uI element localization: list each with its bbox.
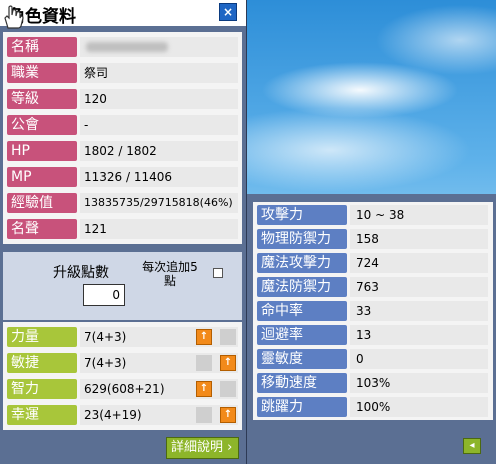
title-bar[interactable]: 角色資料 × xyxy=(0,0,246,27)
profile-value: 121 xyxy=(80,219,238,239)
profile-row-name: 名稱 xyxy=(7,36,239,58)
profile-row-fame: 名聲 121 xyxy=(7,218,239,240)
combat-row: 移動速度 103% xyxy=(257,372,489,394)
stat-value: 7(4+3) xyxy=(80,353,238,373)
combat-row: 靈敏度 0 xyxy=(257,348,489,370)
profile-label: 職業 xyxy=(7,63,77,83)
auto-add-label: 每次追加5點 xyxy=(142,260,198,288)
combat-value: 33 xyxy=(350,301,488,321)
combat-row: 迴避率 13 xyxy=(257,324,489,346)
character-info-window: 角色資料 × 名稱 職業 祭司 等級 120 公會 - HP 1802 / 18… xyxy=(0,0,247,464)
stat-row-luk: 幸運 23(4+19) ↑ xyxy=(7,404,239,426)
combat-label: 跳躍力 xyxy=(257,397,347,417)
stat-row-str: 力量 7(4+3) ↑ xyxy=(7,326,239,348)
profile-label: 等級 xyxy=(7,89,77,109)
stat-row-int: 智力 629(608+21) ↑ xyxy=(7,378,239,400)
blurred-name xyxy=(86,42,168,52)
combat-label: 迴避率 xyxy=(257,325,347,345)
stat-value: 7(4+3) xyxy=(80,327,238,347)
ability-points-label: 升級點數 xyxy=(53,265,109,281)
combat-label: 靈敏度 xyxy=(257,349,347,369)
combat-row: 攻擊力 10 ~ 38 xyxy=(257,204,489,226)
combat-label: 魔法攻擊力 xyxy=(257,253,347,273)
empty-slot xyxy=(196,407,212,423)
profile-row-guild: 公會 - xyxy=(7,114,239,136)
empty-slot xyxy=(196,355,212,371)
combat-row: 跳躍力 100% xyxy=(257,396,489,418)
combat-label: 攻擊力 xyxy=(257,205,347,225)
profile-value-name xyxy=(80,37,238,57)
profile-value: 13835735/29715818(46%) xyxy=(80,193,238,213)
profile-row-hp: HP 1802 / 1802 xyxy=(7,140,239,162)
profile-label: HP xyxy=(7,141,77,161)
collapse-button[interactable]: ◂ xyxy=(463,438,481,454)
combat-value: 103% xyxy=(350,373,488,393)
profile-panel: 名稱 職業 祭司 等級 120 公會 - HP 1802 / 1802 MP 1… xyxy=(3,32,242,244)
combat-label: 移動速度 xyxy=(257,373,347,393)
stat-label: 幸運 xyxy=(7,405,77,425)
combat-label: 魔法防禦力 xyxy=(257,277,347,297)
profile-label: 名聲 xyxy=(7,219,77,239)
stat-label: 力量 xyxy=(7,327,77,347)
empty-slot xyxy=(220,381,236,397)
stat-label: 敏捷 xyxy=(7,353,77,373)
ability-points-field: 0 xyxy=(83,284,125,306)
profile-label: 公會 xyxy=(7,115,77,135)
combat-value: 0 xyxy=(350,349,488,369)
combat-label: 物理防禦力 xyxy=(257,229,347,249)
combat-value: 13 xyxy=(350,325,488,345)
profile-label: 名稱 xyxy=(7,37,77,57)
stats-panel: 力量 7(4+3) ↑ 敏捷 7(4+3) ↑ 智力 629(608+21) ↑… xyxy=(3,322,242,430)
stat-label: 智力 xyxy=(7,379,77,399)
stat-value: 23(4+19) xyxy=(80,405,238,425)
profile-value: 祭司 xyxy=(80,63,238,83)
add-int-button[interactable]: ↑ xyxy=(196,381,212,397)
combat-value: 724 xyxy=(350,253,488,273)
combat-value: 100% xyxy=(350,397,488,417)
add-luk-button[interactable]: ↑ xyxy=(220,407,236,423)
profile-value: 11326 / 11406 xyxy=(80,167,238,187)
profile-value: - xyxy=(80,115,238,135)
combat-row: 魔法防禦力 763 xyxy=(257,276,489,298)
profile-value: 120 xyxy=(80,89,238,109)
close-button[interactable]: × xyxy=(219,3,237,21)
add-dex-button[interactable]: ↑ xyxy=(220,355,236,371)
combat-stats-panel: 攻擊力 10 ~ 38 物理防禦力 158 魔法攻擊力 724 魔法防禦力 76… xyxy=(253,202,493,420)
profile-row-mp: MP 11326 / 11406 xyxy=(7,166,239,188)
profile-value: 1802 / 1802 xyxy=(80,141,238,161)
hand-cursor-icon xyxy=(4,5,24,29)
profile-row-level: 等級 120 xyxy=(7,88,239,110)
stat-value: 629(608+21) xyxy=(80,379,238,399)
combat-value: 763 xyxy=(350,277,488,297)
auto-add-checkbox[interactable] xyxy=(213,268,223,278)
combat-row: 物理防禦力 158 xyxy=(257,228,489,250)
combat-row: 魔法攻擊力 724 xyxy=(257,252,489,274)
ability-points-area: 升級點數 0 每次追加5點 xyxy=(3,252,242,320)
combat-label: 命中率 xyxy=(257,301,347,321)
profile-label: MP xyxy=(7,167,77,187)
combat-row: 命中率 33 xyxy=(257,300,489,322)
empty-slot xyxy=(220,329,236,345)
detail-button[interactable]: 詳細說明 › xyxy=(166,437,239,459)
profile-row-exp: 經驗值 13835735/29715818(46%) xyxy=(7,192,239,214)
detail-stats-window: 攻擊力 10 ~ 38 物理防禦力 158 魔法攻擊力 724 魔法防禦力 76… xyxy=(247,194,496,464)
combat-value: 158 xyxy=(350,229,488,249)
add-str-button[interactable]: ↑ xyxy=(196,329,212,345)
combat-value: 10 ~ 38 xyxy=(350,205,488,225)
profile-row-job: 職業 祭司 xyxy=(7,62,239,84)
profile-label: 經驗值 xyxy=(7,193,77,213)
stat-row-dex: 敏捷 7(4+3) ↑ xyxy=(7,352,239,374)
